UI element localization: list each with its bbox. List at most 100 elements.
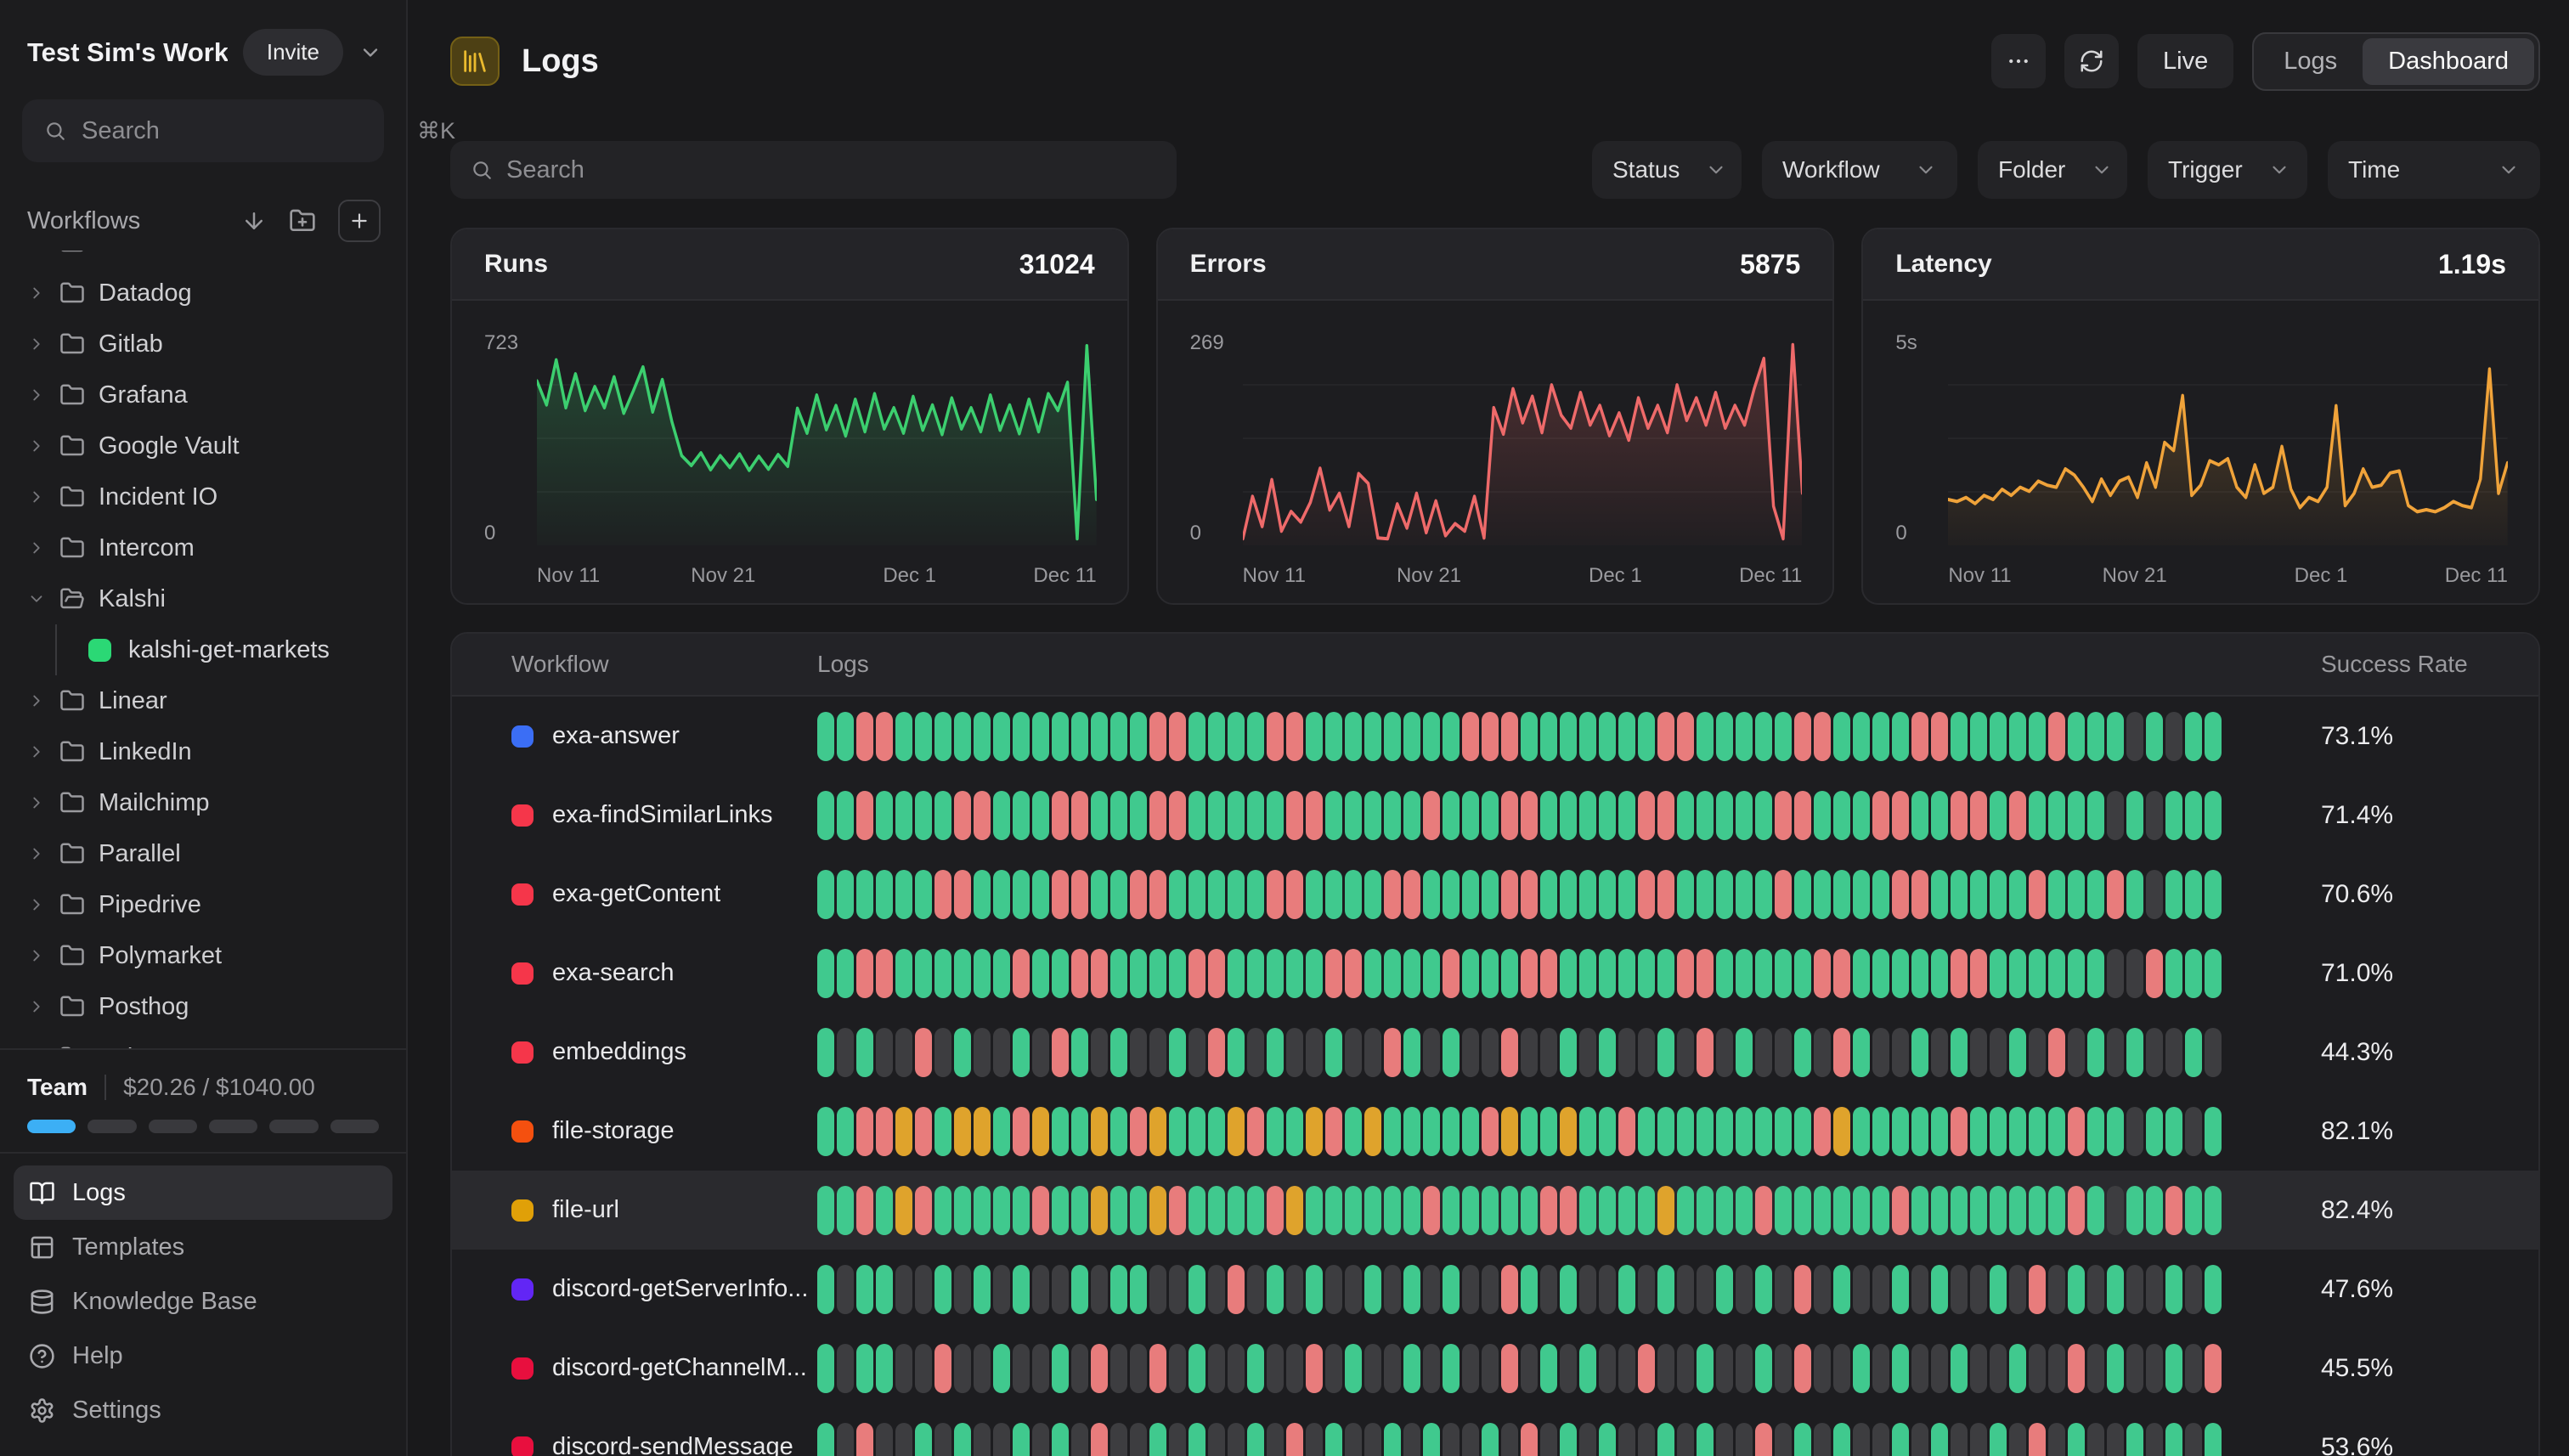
log-bar xyxy=(1814,1107,1831,1156)
workflow-list-item[interactable]: kalshi-get-markets xyxy=(27,624,406,675)
log-bar xyxy=(1931,791,1948,840)
log-bar xyxy=(2009,1028,2026,1077)
folder-item-pylon[interactable]: Pylon xyxy=(27,1032,406,1048)
table-row-file-storage[interactable]: file-storage 82.1% xyxy=(452,1092,2538,1171)
log-bar xyxy=(1618,949,1635,998)
sidebar-item-settings[interactable]: Settings xyxy=(14,1383,392,1437)
view-tab-dashboard[interactable]: Dashboard xyxy=(2363,38,2534,85)
logs-search-input[interactable] xyxy=(506,156,1156,184)
folder-item-kalshi[interactable]: Kalshi xyxy=(27,573,406,624)
table-row-discord-getserverinfo-[interactable]: discord-getServerInfo... 47.6% xyxy=(452,1250,2538,1329)
x-tick-label: Nov 21 xyxy=(1397,564,1461,588)
log-bar xyxy=(2126,949,2143,998)
new-folder-icon[interactable] xyxy=(289,207,316,234)
log-bar xyxy=(954,1265,971,1314)
log-bar xyxy=(1579,1423,1596,1456)
log-bar xyxy=(1638,1107,1655,1156)
workspace-name[interactable]: Test Sim's Works... xyxy=(27,37,228,68)
add-workflow-button[interactable] xyxy=(338,200,381,242)
log-bar xyxy=(1970,870,1987,919)
log-bar xyxy=(1775,712,1792,761)
workspace-chevron-down-icon[interactable] xyxy=(359,41,382,65)
stat-card-chart: 5s 0 Nov 11Nov 21Dec 1Dec 11 xyxy=(1863,301,2538,591)
table-row-exa-answer[interactable]: exa-answer 73.1% xyxy=(452,697,2538,776)
log-bar xyxy=(1208,1028,1225,1077)
log-bar xyxy=(1306,1423,1323,1456)
workflow-status-dot xyxy=(511,725,534,748)
folder-item-gitlab[interactable]: Gitlab xyxy=(27,319,406,370)
stat-card-header: Latency 1.19s xyxy=(1863,229,2538,301)
folder-item-incident-io[interactable]: Incident IO xyxy=(27,471,406,522)
folder-item-pipedrive[interactable]: Pipedrive xyxy=(27,879,406,930)
log-bar xyxy=(1482,791,1499,840)
table-row-discord-sendmessage[interactable]: discord-sendMessage 53.6% xyxy=(452,1408,2538,1456)
log-bar xyxy=(1931,1344,1948,1393)
import-arrow-down-icon[interactable] xyxy=(241,208,267,234)
log-bar xyxy=(993,1107,1010,1156)
log-bar xyxy=(1521,870,1538,919)
folder-icon xyxy=(59,484,85,510)
log-bar xyxy=(1560,1107,1577,1156)
folder-item-polymarket[interactable]: Polymarket xyxy=(27,930,406,981)
log-bar xyxy=(1853,949,1870,998)
table-row-exa-search[interactable]: exa-search 71.0% xyxy=(452,934,2538,1013)
folder-item-intercom[interactable]: Intercom xyxy=(27,522,406,573)
folder-item-google-vault[interactable]: Google Vault xyxy=(27,420,406,471)
table-row-embeddings[interactable]: embeddings 44.3% xyxy=(452,1013,2538,1092)
table-row-exa-getcontent[interactable]: exa-getContent 70.6% xyxy=(452,855,2538,934)
log-bar xyxy=(1755,1028,1772,1077)
logs-search[interactable] xyxy=(450,141,1177,199)
folder-item-linear[interactable]: Linear xyxy=(27,675,406,726)
log-bar xyxy=(934,791,951,840)
sidebar-search[interactable]: ⌘K xyxy=(22,99,384,162)
folder-item-grafana[interactable]: Grafana xyxy=(27,370,406,420)
sidebar-item-help[interactable]: Help xyxy=(14,1329,392,1383)
workflows-header: Workflows xyxy=(27,200,381,242)
table-row-discord-getchannelm-[interactable]: discord-getChannelM... 45.5% xyxy=(452,1329,2538,1408)
log-bar xyxy=(954,712,971,761)
table-row-exa-findsimilarlinks[interactable]: exa-findSimilarLinks 71.4% xyxy=(452,776,2538,855)
log-bar xyxy=(1482,712,1499,761)
folder-item-mailchimp[interactable]: Mailchimp xyxy=(27,777,406,828)
folder-item-parallel[interactable]: Parallel xyxy=(27,828,406,879)
invite-button[interactable]: Invite xyxy=(243,29,343,76)
folder-item-datadog[interactable]: Datadog xyxy=(27,268,406,319)
sidebar-item-logs[interactable]: Logs xyxy=(14,1165,392,1220)
log-bar xyxy=(1755,1423,1772,1456)
filter-dropdown-folder[interactable]: Folder xyxy=(1978,141,2127,199)
refresh-button[interactable] xyxy=(2064,34,2119,88)
folder-item-linkedin[interactable]: LinkedIn xyxy=(27,726,406,777)
log-bar xyxy=(1423,1344,1440,1393)
live-button[interactable]: Live xyxy=(2137,34,2233,88)
sidebar-item-templates[interactable]: Templates xyxy=(14,1220,392,1274)
log-bar xyxy=(1560,870,1577,919)
filter-dropdown-workflow[interactable]: Workflow xyxy=(1762,141,1957,199)
log-bar xyxy=(1501,949,1518,998)
workflow-name: exa-answer xyxy=(552,722,680,750)
log-bar xyxy=(817,712,834,761)
sidebar-search-input[interactable] xyxy=(82,117,402,145)
log-bar xyxy=(1657,1107,1674,1156)
log-bar xyxy=(1189,949,1205,998)
log-bar xyxy=(1697,949,1714,998)
sidebar-item-knowledge-base[interactable]: Knowledge Base xyxy=(14,1274,392,1329)
filter-dropdown-trigger[interactable]: Trigger xyxy=(2148,141,2307,199)
folder-item-posthog[interactable]: Posthog xyxy=(27,981,406,1032)
more-options-button[interactable] xyxy=(1991,34,2046,88)
log-bar xyxy=(1970,1423,1987,1456)
log-bar xyxy=(837,1028,854,1077)
table-row-file-url[interactable]: file-url 82.4% xyxy=(452,1171,2538,1250)
log-bar xyxy=(1911,1107,1928,1156)
folder-item-partial[interactable] xyxy=(27,251,406,268)
filter-dropdown-time[interactable]: Time xyxy=(2328,141,2540,199)
log-bar xyxy=(1931,1186,1948,1235)
view-tab-logs[interactable]: Logs xyxy=(2258,38,2363,85)
log-bar xyxy=(1403,1028,1420,1077)
log-bar xyxy=(876,949,893,998)
log-bar xyxy=(1872,1186,1889,1235)
log-bar xyxy=(1560,712,1577,761)
filter-dropdown-status[interactable]: Status xyxy=(1592,141,1742,199)
log-bar xyxy=(856,1107,873,1156)
log-bar xyxy=(1599,1028,1616,1077)
log-bar xyxy=(1482,870,1499,919)
